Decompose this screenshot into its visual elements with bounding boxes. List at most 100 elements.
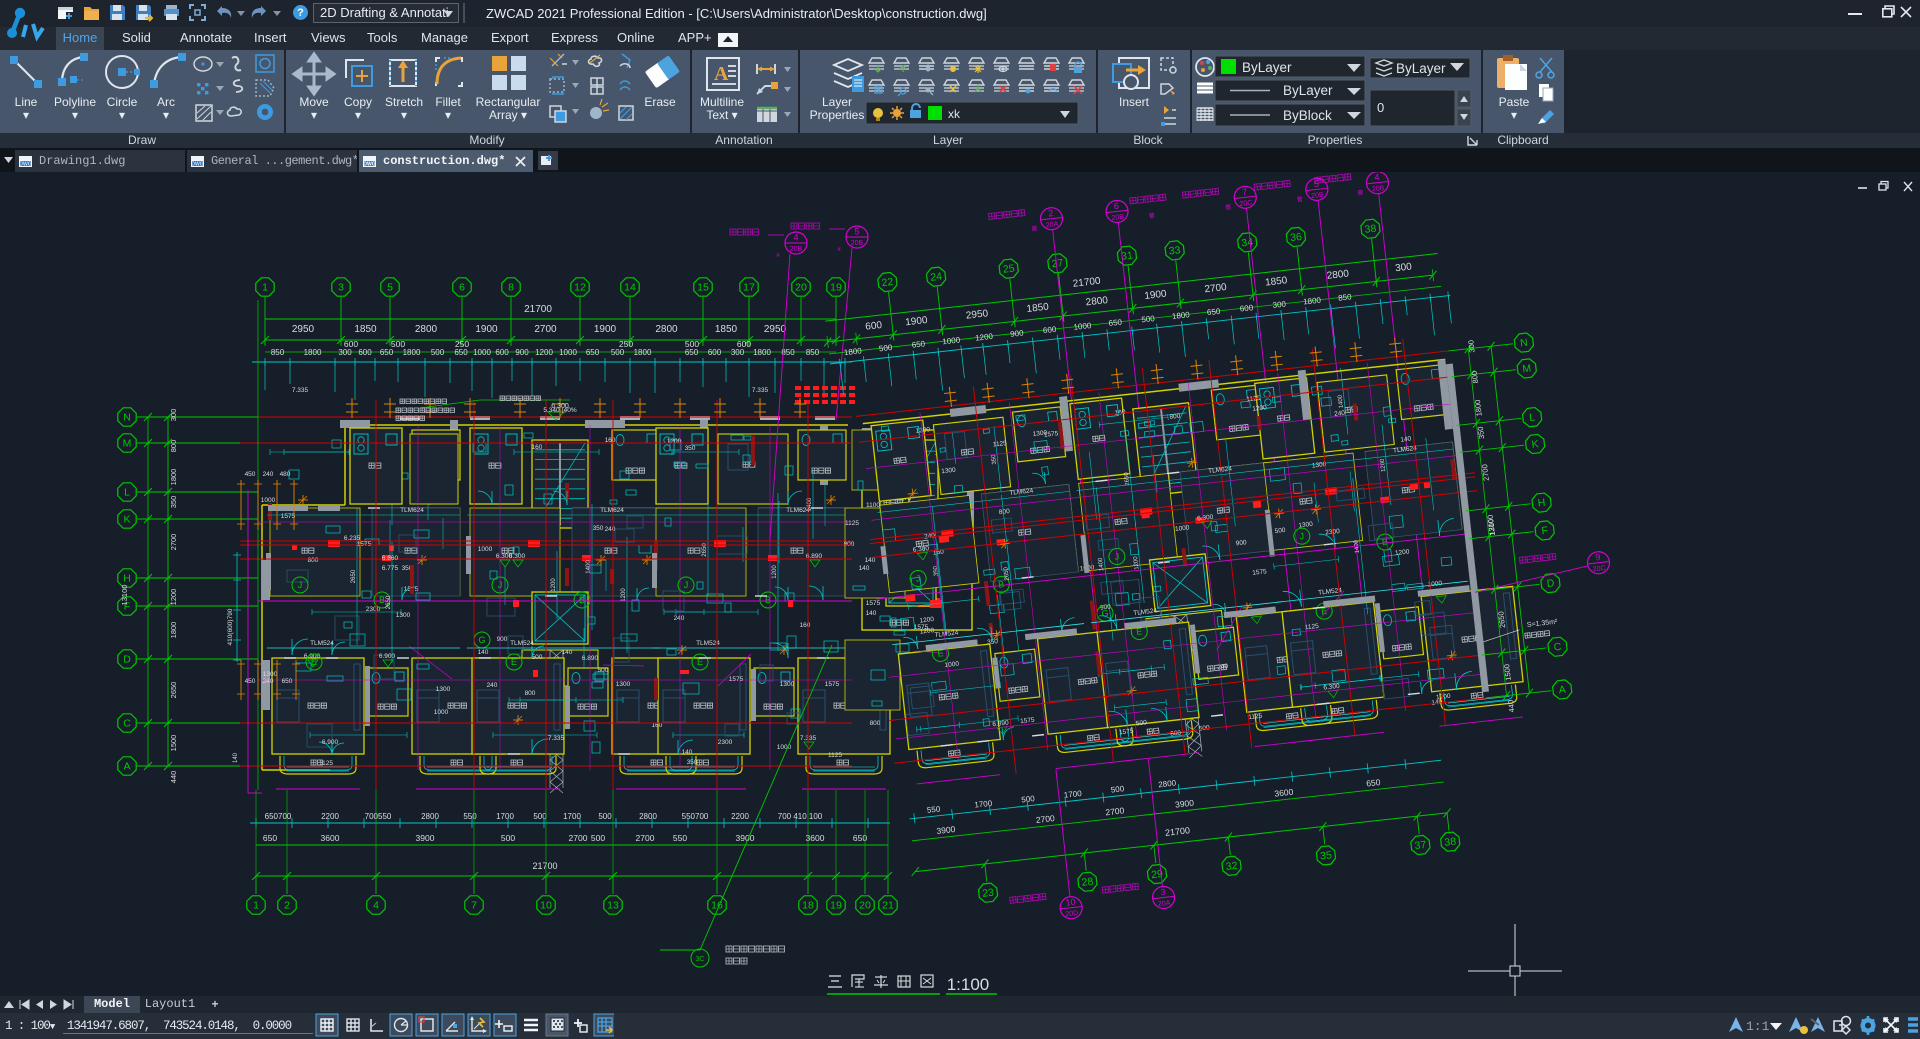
svg-text:xk: xk (948, 107, 961, 121)
svg-text:240: 240 (487, 682, 498, 689)
svg-text:800: 800 (308, 557, 319, 564)
svg-text:450: 450 (245, 678, 256, 685)
svg-text:普: 普 (1225, 203, 1232, 212)
svg-text:500: 500 (1274, 527, 1286, 535)
svg-text:F: F (1541, 525, 1549, 538)
svg-text:350: 350 (687, 759, 698, 766)
svg-text:500: 500 (879, 343, 894, 353)
svg-text:500: 500 (431, 348, 445, 357)
svg-text:350: 350 (169, 496, 178, 509)
svg-text:4: 4 (793, 233, 798, 243)
svg-text:850: 850 (1338, 292, 1353, 302)
svg-text:1300: 1300 (263, 671, 278, 678)
svg-text:3600: 3600 (1274, 787, 1294, 799)
svg-text:DWG: DWG (191, 162, 203, 168)
svg-text:ByLayer: ByLayer (1396, 61, 1446, 76)
svg-text:1200: 1200 (919, 627, 935, 636)
svg-text:20A: 20A (1046, 221, 1059, 229)
svg-text:240: 240 (263, 678, 274, 685)
svg-text:TLM524: TLM524 (510, 640, 534, 647)
svg-text:500: 500 (1141, 314, 1156, 324)
svg-text:E: E (311, 657, 317, 667)
svg-text:2: 2 (284, 900, 290, 912)
svg-text:1800: 1800 (1303, 296, 1322, 307)
svg-text:S=1.35m²: S=1.35m² (1527, 619, 1559, 629)
svg-text:21700: 21700 (1164, 825, 1190, 838)
svg-text:3900: 3900 (736, 833, 755, 843)
svg-text:1200: 1200 (667, 438, 682, 445)
svg-text:6.890: 6.890 (582, 655, 599, 662)
svg-text:800: 800 (1169, 413, 1181, 421)
svg-text:240: 240 (605, 526, 616, 533)
svg-text:550: 550 (926, 804, 941, 814)
svg-text:1000: 1000 (473, 348, 491, 357)
svg-text:1300: 1300 (616, 681, 631, 688)
svg-text:440: 440 (1506, 699, 1516, 712)
svg-text:1500: 1500 (169, 735, 178, 752)
svg-text:ByLayer: ByLayer (1283, 83, 1333, 98)
svg-text:A: A (714, 63, 729, 85)
svg-text:20B: 20B (851, 240, 864, 247)
svg-text:D: D (123, 654, 131, 666)
svg-text:TLM624: TLM624 (786, 507, 810, 514)
svg-text:20: 20 (795, 282, 807, 294)
svg-text:500: 500 (1021, 794, 1036, 804)
svg-text:300: 300 (731, 348, 745, 357)
svg-text:6.775: 6.775 (382, 565, 399, 572)
svg-text:2800: 2800 (655, 324, 678, 335)
svg-text:1200: 1200 (975, 332, 994, 343)
svg-text:1575: 1575 (1252, 568, 1268, 577)
svg-text:7.335: 7.335 (548, 735, 565, 742)
svg-text:500: 500 (591, 833, 605, 843)
svg-text:1300: 1300 (436, 686, 451, 693)
svg-text:1300: 1300 (396, 612, 411, 619)
svg-text:L: L (1529, 411, 1536, 424)
svg-text:1125: 1125 (828, 752, 842, 759)
svg-text:1850: 1850 (1265, 275, 1289, 288)
svg-text:20C: 20C (1592, 565, 1606, 573)
svg-text:1200: 1200 (535, 348, 553, 357)
svg-text:15: 15 (697, 282, 709, 294)
svg-text:N: N (1520, 337, 1529, 350)
svg-text:20B: 20B (1111, 214, 1124, 222)
svg-text:3900: 3900 (1174, 798, 1194, 810)
svg-text:20B: 20B (1311, 192, 1324, 200)
svg-text:350: 350 (593, 525, 604, 532)
svg-text:ByBlock: ByBlock (1283, 108, 1332, 123)
svg-text:500: 500 (598, 667, 609, 674)
svg-text:1000: 1000 (777, 744, 792, 751)
svg-text:4: 4 (373, 900, 379, 912)
svg-text:1800: 1800 (169, 622, 178, 639)
svg-text:7: 7 (1242, 187, 1248, 197)
svg-text:1850: 1850 (1026, 302, 1050, 315)
svg-text:E: E (1136, 626, 1143, 637)
svg-text:1200: 1200 (169, 589, 178, 606)
svg-text:900: 900 (1235, 539, 1247, 547)
svg-text:M: M (1522, 362, 1532, 375)
svg-text:600: 600 (1043, 325, 1058, 335)
svg-text:L: L (124, 487, 130, 499)
svg-text:普: 普 (1031, 224, 1038, 233)
svg-text:20C: 20C (1239, 200, 1253, 208)
svg-text:3600: 3600 (321, 833, 340, 843)
svg-text:1200: 1200 (621, 588, 627, 602)
svg-text:1800: 1800 (169, 469, 178, 486)
svg-text:1: 1 (253, 900, 259, 912)
svg-text:650: 650 (911, 339, 926, 349)
svg-text:500: 500 (1110, 784, 1125, 794)
svg-text:1200: 1200 (1395, 548, 1411, 557)
svg-text:14: 14 (624, 282, 636, 294)
svg-text:1000: 1000 (478, 546, 493, 553)
svg-text:G: G (478, 635, 485, 645)
svg-text:普: 普 (1148, 211, 1155, 220)
svg-text:7.335: 7.335 (292, 387, 309, 394)
svg-text:650: 650 (1108, 318, 1123, 328)
svg-text:1200: 1200 (551, 578, 557, 592)
svg-text:410(600)790: 410(600)790 (227, 608, 234, 645)
svg-text:K: K (123, 514, 130, 526)
svg-text:0: 0 (1377, 100, 1384, 115)
svg-text:TLM624: TLM624 (400, 507, 424, 514)
svg-text:4: 4 (1374, 172, 1380, 182)
svg-text:2700: 2700 (534, 324, 557, 335)
svg-text:J: J (684, 580, 689, 590)
